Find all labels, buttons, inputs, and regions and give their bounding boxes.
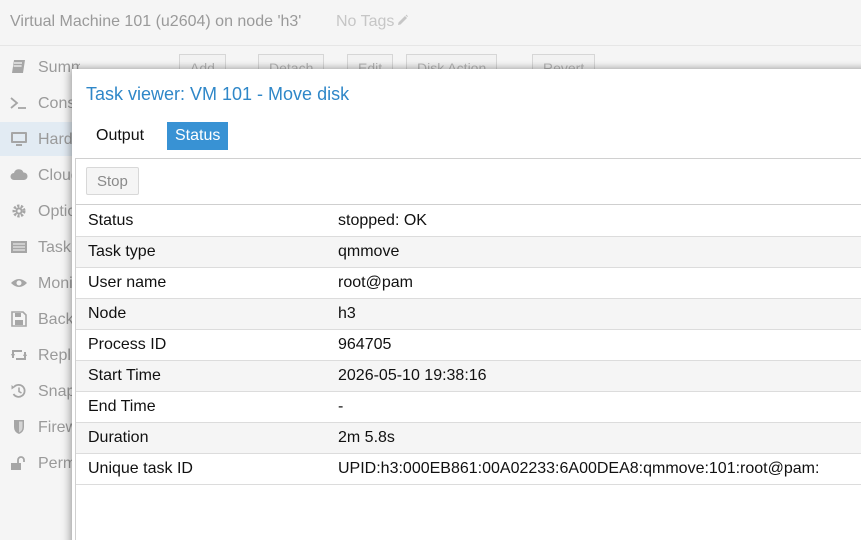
- history-icon: [11, 383, 26, 398]
- tags-editor[interactable]: No Tags: [336, 13, 409, 31]
- row-key: Status: [88, 212, 134, 229]
- vm-title: Virtual Machine 101 (u2604) on node 'h3': [10, 13, 302, 30]
- row-value: root@pam: [338, 274, 413, 291]
- row-value: qmmove: [338, 243, 400, 260]
- vm-sidebar: Summary Console Hardware Cloud-Init Opti…: [0, 48, 80, 540]
- status-panel: Stop Status stopped: OK Task type qmmove…: [75, 158, 861, 540]
- table-row: Task type qmmove: [76, 237, 861, 268]
- stop-button[interactable]: Stop: [86, 167, 139, 195]
- row-value: h3: [338, 305, 356, 322]
- row-key: Process ID: [88, 336, 167, 353]
- cloud-icon: [10, 169, 28, 180]
- pencil-icon: [398, 14, 409, 25]
- table-row: Start Time 2026-05-10 19:38:16: [76, 361, 861, 392]
- task-viewer-window: Task viewer: VM 101 - Move disk Output S…: [72, 69, 861, 540]
- row-value: 2026-05-10 19:38:16: [338, 367, 487, 384]
- table-row: Node h3: [76, 299, 861, 330]
- retweet-icon: [11, 350, 27, 360]
- sidebar-item-task-history[interactable]: Task History: [0, 230, 80, 264]
- sidebar-item-monitor[interactable]: Monitor: [0, 266, 80, 300]
- row-key: User name: [88, 274, 167, 291]
- sidebar-item-options[interactable]: Options: [0, 194, 80, 228]
- list-icon: [11, 241, 27, 253]
- vm-header: Virtual Machine 101 (u2604) on node 'h3'…: [0, 0, 861, 46]
- table-row: Status stopped: OK: [76, 206, 861, 237]
- sidebar-item-permissions[interactable]: Permissions: [0, 446, 80, 480]
- row-value: UPID:h3:000EB861:00A02233:6A00DEA8:qmmov…: [338, 460, 820, 477]
- row-key: Unique task ID: [88, 460, 193, 477]
- row-value: 964705: [338, 336, 392, 353]
- table-row: Unique task ID UPID:h3:000EB861:00A02233…: [76, 454, 861, 485]
- sidebar-item-console[interactable]: Console: [0, 86, 80, 120]
- row-value: 2m 5.8s: [338, 429, 395, 446]
- row-key: Node: [88, 305, 127, 322]
- table-row: User name root@pam: [76, 268, 861, 299]
- table-row: Duration 2m 5.8s: [76, 423, 861, 454]
- gear-icon: [12, 204, 26, 218]
- sidebar-item-summary[interactable]: Summary: [0, 50, 80, 84]
- tab-output[interactable]: Output: [88, 122, 152, 150]
- tab-status[interactable]: Status: [167, 122, 229, 150]
- row-key: Task type: [88, 243, 156, 260]
- floppy-icon: [11, 311, 27, 327]
- row-value: -: [338, 398, 344, 415]
- eye-icon: [11, 279, 27, 287]
- sidebar-item-cloud-init[interactable]: Cloud-Init: [0, 158, 80, 192]
- table-row: End Time -: [76, 392, 861, 423]
- book-icon: [12, 60, 25, 73]
- status-toolbar: Stop: [76, 159, 861, 205]
- row-key: End Time: [88, 398, 156, 415]
- status-grid: Status stopped: OK Task type qmmove User…: [76, 206, 861, 485]
- unlock-icon: [11, 456, 25, 470]
- monitor-icon: [11, 132, 27, 146]
- row-key: Start Time: [88, 367, 161, 384]
- sidebar-item-snapshots[interactable]: Snapshots: [0, 374, 80, 408]
- sidebar-item-replication[interactable]: Replication: [0, 338, 80, 372]
- row-key: Duration: [88, 429, 149, 446]
- terminal-icon: [10, 97, 26, 109]
- sidebar-item-hardware[interactable]: Hardware: [0, 122, 80, 156]
- table-row: Process ID 964705: [76, 330, 861, 361]
- sidebar-item-backup[interactable]: Backup: [0, 302, 80, 336]
- row-value: stopped: OK: [338, 212, 427, 229]
- tags-label: No Tags: [336, 13, 395, 30]
- task-viewer-tabs: Output Status: [72, 121, 861, 159]
- sidebar-item-firewall[interactable]: Firewall: [0, 410, 80, 444]
- shield-icon: [14, 420, 24, 434]
- task-viewer-title: Task viewer: VM 101 - Move disk: [86, 84, 350, 104]
